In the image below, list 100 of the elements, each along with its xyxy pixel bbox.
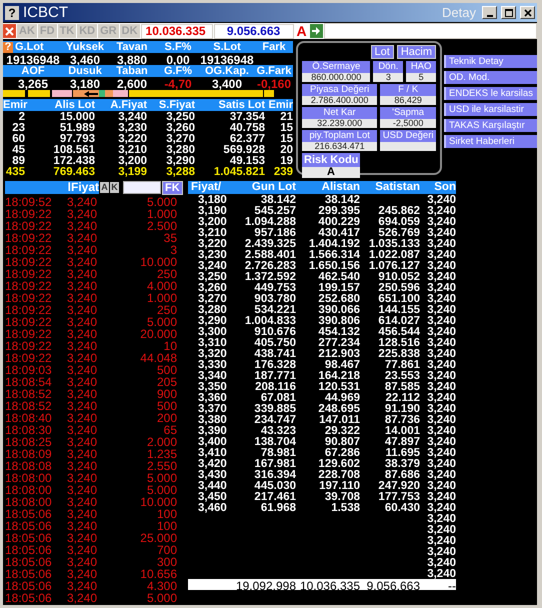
table-cell-text: 138.704 xyxy=(253,436,296,448)
table-cell-text: 19136948 xyxy=(5,53,61,67)
table-cell-text: 228.708 xyxy=(317,469,360,481)
table-cell-text: 430.417 xyxy=(317,227,360,239)
total-cell-text: 435 xyxy=(4,166,25,178)
table-cell-text: 62.377 xyxy=(228,133,265,145)
table-cell-text: 3,340 xyxy=(197,370,228,382)
close-icon[interactable] xyxy=(524,8,532,16)
field-value: 5 xyxy=(406,73,436,82)
table-cell-text: 3,180 xyxy=(68,77,102,91)
table-cell-text: 3,240 xyxy=(426,414,456,426)
table-cell-text: 3,240 xyxy=(67,447,98,461)
field-label: 'Sapma xyxy=(380,107,436,119)
table-cell-text: 5.000 xyxy=(146,471,177,485)
toggle-button[interactable]: Hacim xyxy=(396,45,436,59)
close-button[interactable] xyxy=(520,6,535,19)
table-cell-text: 3,240 xyxy=(426,447,456,459)
table-cell-text: 3,430 xyxy=(197,469,228,481)
table-cell-text: 3,240 xyxy=(67,471,98,485)
table-cell-text: 197.110 xyxy=(318,480,360,492)
field-label: USD Değeri xyxy=(380,130,436,142)
filter-button[interactable]: FK xyxy=(162,180,183,194)
table-cell-text: 1.000 xyxy=(146,291,177,305)
table-cell-text: 18:05:06 xyxy=(5,567,53,581)
action-button[interactable]: Teknik Detay xyxy=(444,55,537,68)
table-cell-text: 10.656 xyxy=(139,567,177,581)
minimize-button[interactable] xyxy=(482,6,497,19)
table-cell-text: 1.004.833 xyxy=(244,315,296,327)
table-cell-text: 3,250 xyxy=(165,111,195,123)
help-button[interactable]: ? xyxy=(5,6,19,20)
filter-button[interactable]: A xyxy=(100,182,109,193)
table-cell-text: 3,240 xyxy=(426,425,456,437)
table-cell-text: 3,380 xyxy=(197,414,228,426)
maximize-icon[interactable] xyxy=(504,8,512,16)
action-button[interactable]: ENDEKS le karsilas xyxy=(444,87,537,100)
table-cell-text: 3,240 xyxy=(426,260,456,272)
table-cell-text: 200 xyxy=(156,411,177,425)
action-button[interactable]: TAKAS Karşılaştır xyxy=(444,119,537,132)
table-cell-text: 247.920 xyxy=(377,480,420,492)
filter-button[interactable]: K xyxy=(110,182,119,193)
table-cell-text: 18:09:22 xyxy=(5,219,53,233)
table-cell-text: 60 xyxy=(11,133,25,145)
table-cell-text: 2.588.401 xyxy=(244,249,296,261)
table-cell-text: 3,240 xyxy=(67,255,98,269)
table-cell-text: 405.750 xyxy=(253,337,296,349)
table-cell-text: 3,200 xyxy=(117,155,147,167)
column-header: AOF xyxy=(20,65,46,77)
table-cell-text: 23 xyxy=(11,122,25,134)
table-cell-text: 534.221 xyxy=(253,304,296,316)
table-cell-text: 21 xyxy=(279,111,293,123)
table-cell-text: 3,220 xyxy=(117,133,147,145)
table-cell-text: 3,260 xyxy=(165,122,195,134)
table-cell-text: 3,240 xyxy=(426,546,456,558)
table-cell-text: 199.157 xyxy=(317,282,360,294)
column-header: Dusuk xyxy=(67,65,103,77)
action-button[interactable]: USD ile karsilastir xyxy=(444,103,537,116)
table-cell-text: 177.753 xyxy=(377,491,420,503)
input-field[interactable] xyxy=(324,23,537,39)
action-button[interactable]: Sirket Haberleri xyxy=(444,135,537,148)
column-header: Gun Lot xyxy=(250,181,296,194)
table-cell-text: 252.680 xyxy=(317,293,360,305)
table-cell-text: 18:05:06 xyxy=(5,531,53,545)
table-cell-text: 14.001 xyxy=(384,425,420,437)
flag-label: A xyxy=(296,23,308,39)
table-cell-text: 3,240 xyxy=(67,231,98,245)
maximize-button[interactable] xyxy=(501,6,516,19)
column-header: Alistan xyxy=(320,181,360,194)
table-cell-text: 3,240 xyxy=(67,351,98,365)
buy-total-field: 10.036.335 xyxy=(140,24,213,38)
column-header: G.Lot xyxy=(15,41,44,53)
column-header: OG.Kap. xyxy=(204,65,250,77)
table-cell-text: 18:08:08 xyxy=(5,459,53,473)
table-cell-text: 11.695 xyxy=(384,447,420,459)
table-cell-text: 3,240 xyxy=(117,111,147,123)
action-button[interactable]: OD. Mod. xyxy=(444,71,537,84)
table-cell-text: 3,240 xyxy=(67,327,98,341)
table-cell-text: 3,400 xyxy=(197,436,228,448)
table-cell-text: 500 xyxy=(156,363,177,377)
table-cell-text: 18:09:22 xyxy=(5,303,53,317)
table-cell-text: 205 xyxy=(156,375,177,389)
table-cell-text: 545.257 xyxy=(253,205,296,217)
close-tab-button[interactable] xyxy=(3,24,16,38)
field-label: Piyasa Değeri xyxy=(302,84,378,96)
help-button[interactable]: ? xyxy=(3,42,13,52)
table-cell-text: 910.676 xyxy=(253,326,296,338)
table-cell-text: 45 xyxy=(11,144,25,156)
table-cell-text: 900 xyxy=(156,387,177,401)
table-cell-text: 3,240 xyxy=(67,399,98,413)
table-cell-text: 2.500 xyxy=(146,219,177,233)
toggle-button[interactable]: Lot xyxy=(370,45,394,59)
table-cell-text: 3,240 xyxy=(67,495,98,509)
table-cell-text: 15.000 xyxy=(58,111,95,123)
table-cell-text: 3,240 xyxy=(426,381,456,393)
window-title: ICBCT xyxy=(23,4,69,21)
column-header: Fark xyxy=(261,41,287,53)
table-cell-text: 3,240 xyxy=(67,459,98,473)
table-cell-text: 25.000 xyxy=(139,531,177,545)
table-cell-text: 225.838 xyxy=(377,348,420,360)
input-field[interactable] xyxy=(123,181,161,194)
table-cell-text: 18:05:06 xyxy=(5,591,53,605)
